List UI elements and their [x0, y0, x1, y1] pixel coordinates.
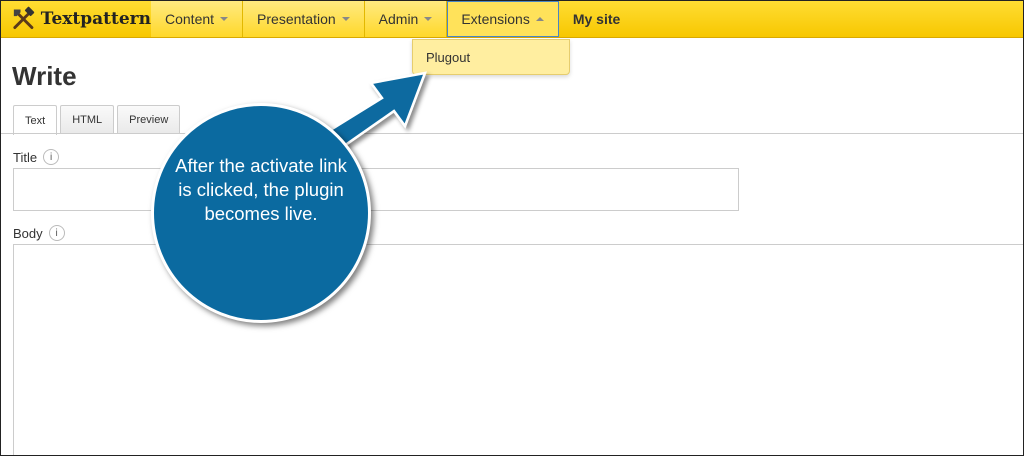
- nav-presentation[interactable]: Presentation: [243, 1, 365, 37]
- nav-presentation-label: Presentation: [257, 11, 336, 27]
- nav-extensions[interactable]: Extensions: [447, 1, 559, 37]
- nav-admin[interactable]: Admin: [364, 1, 448, 37]
- chevron-down-icon: [424, 17, 433, 21]
- title-label: Title: [13, 149, 38, 165]
- nav-my-site-label: My site: [572, 11, 621, 27]
- info-icon[interactable]: i: [48, 225, 65, 241]
- brand[interactable]: Textpattern: [11, 1, 151, 37]
- callout-text: After the activate link is clicked, the …: [175, 155, 347, 224]
- chevron-up-icon: [535, 17, 544, 21]
- body-textarea[interactable]: [13, 244, 1023, 455]
- crossed-tools-icon: [13, 6, 35, 29]
- main-nav: Content Presentation Admin Extensions My…: [151, 1, 634, 37]
- nav-content-label: Content: [165, 11, 215, 27]
- nav-content[interactable]: Content: [151, 1, 244, 37]
- tab-html[interactable]: HTML: [60, 105, 115, 134]
- editor-tabs: Text HTML Preview: [13, 105, 183, 135]
- title-input[interactable]: [13, 168, 739, 211]
- menu-item-plugout[interactable]: Plugout: [426, 50, 470, 65]
- chevron-down-icon: [341, 17, 350, 21]
- top-navigation-bar: Textpattern Content Presentation Admin E…: [1, 1, 1023, 38]
- brand-name: Textpattern: [40, 9, 151, 29]
- info-icon[interactable]: i: [43, 149, 60, 165]
- title-label-row: Title i: [13, 149, 60, 165]
- callout-bubble: After the activate link is clicked, the …: [151, 103, 371, 323]
- tabs-divider: [1, 133, 1023, 134]
- body-label-row: Body i: [13, 225, 65, 241]
- tab-text[interactable]: Text: [13, 105, 58, 135]
- page-title: Write: [12, 61, 77, 91]
- nav-admin-label: Admin: [378, 11, 419, 27]
- extensions-dropdown-menu: Plugout: [412, 39, 570, 75]
- nav-extensions-label: Extensions: [461, 11, 530, 27]
- app-frame: Textpattern Content Presentation Admin E…: [0, 0, 1024, 456]
- body-label: Body: [13, 225, 43, 241]
- nav-my-site[interactable]: My site: [559, 1, 634, 37]
- tab-preview[interactable]: Preview: [117, 105, 181, 134]
- chevron-down-icon: [220, 17, 229, 21]
